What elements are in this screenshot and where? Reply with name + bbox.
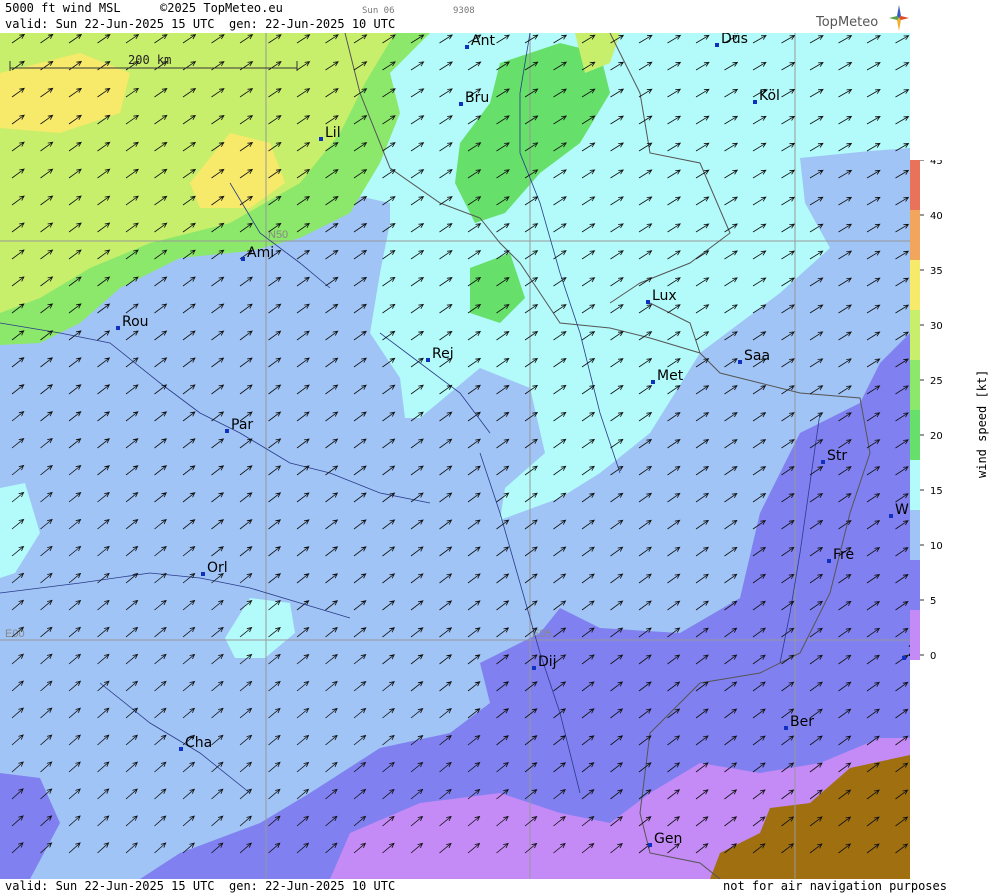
copyright-text: ©2025 TopMeteo.eu — [160, 1, 283, 15]
city-dot-str — [821, 460, 825, 464]
footer-generated-time: gen: 22-Jun-2025 10 UTC — [229, 879, 396, 893]
scale-bar-label: 200 km — [128, 53, 171, 67]
city-dot-z — [902, 656, 906, 660]
city-dot-w — [889, 514, 893, 518]
legend-tick-label: 10 — [930, 541, 943, 552]
legend-tick-label: 25 — [930, 376, 943, 387]
legend-swatch — [910, 410, 920, 460]
legend-tick-label: 40 — [930, 211, 943, 222]
city-label-lil: Lil — [325, 125, 341, 141]
legend-tick-label: 0 — [930, 651, 936, 662]
legend-tick-label: 5 — [930, 596, 936, 607]
city-label-met: Met — [657, 368, 684, 384]
wind-map-canvas: N50 E00 E05 200 km Ant DüsBru KölLilAmiRou… — [0, 33, 910, 879]
legend-swatch — [910, 560, 920, 610]
city-dot-par — [225, 429, 229, 433]
city-label-rou: Rou — [122, 314, 149, 330]
city-label-dij: Dij — [538, 654, 557, 670]
grid-label-lon0: E00 — [5, 628, 25, 640]
wind-speed-legend: 45 40 35 30 25 20 15 10 5 0 wind speed [kt] — [910, 156, 1000, 662]
city-label-rei: Rei — [432, 346, 454, 362]
legend-swatch — [910, 610, 920, 660]
compass-star-icon — [889, 5, 909, 31]
city-label-gen: Gen — [654, 831, 682, 847]
small-day-label: Sun 06 — [362, 6, 395, 16]
city-label-lux: Lux — [652, 288, 677, 304]
city-label-orl: Orl — [207, 560, 228, 576]
city-dot-ami — [241, 257, 245, 261]
grid-label-lat: N50 — [268, 229, 288, 241]
generated-time: gen: 22-Jun-2025 10 UTC — [229, 17, 396, 31]
legend-tick-label: 30 — [930, 321, 943, 332]
logo-text: TopMeteo — [816, 15, 879, 30]
map-title: 5000 ft wind MSL — [5, 1, 121, 15]
city-label-par: Par — [231, 417, 253, 433]
city-label-köl: Köl — [759, 88, 780, 104]
city-label-bru: Bru — [465, 90, 489, 106]
wind-map[interactable]: N50 E00 E05 200 km Ant Düs Bru Köl Lil Ami Rou… — [0, 33, 910, 879]
city-dot-rou — [116, 326, 120, 330]
city-dot-dij — [532, 666, 536, 670]
city-dot-gen — [648, 843, 652, 847]
legend-tick-label: 20 — [930, 431, 943, 442]
legend-swatch — [910, 260, 920, 310]
city-dot-düs — [715, 43, 719, 47]
city-dot-met — [651, 380, 655, 384]
legend-swatch — [910, 460, 920, 510]
city-dot-fre — [827, 559, 831, 563]
footer-disclaimer: not for air navigation purposes — [723, 879, 947, 893]
legend-swatch — [910, 510, 920, 560]
small-code-label: 9308 — [453, 6, 475, 16]
city-label-saa: Saa — [744, 348, 770, 364]
legend-tick-label: 15 — [930, 486, 943, 497]
city-dot-ber — [784, 726, 788, 730]
legend-tick-label: 45 — [930, 160, 943, 167]
valid-time: valid: Sun 22-Jun-2025 15 UTC — [5, 17, 215, 31]
city-label-fre: Fre — [833, 547, 854, 563]
city-label-ami: Ami — [247, 245, 274, 261]
city-dot-ant — [465, 45, 469, 49]
legend-swatch — [910, 160, 920, 210]
city-label-ber: Ber — [790, 714, 814, 730]
legend-tick-label: 35 — [930, 266, 943, 277]
city-dot-cha — [179, 747, 183, 751]
legend-swatch — [910, 310, 920, 360]
legend-title: wind speed [kt] — [975, 370, 989, 478]
city-dot-rei — [426, 358, 430, 362]
city-label-str: Str — [827, 448, 847, 464]
city-label-cha: Cha — [185, 735, 212, 751]
city-label-w: W — [895, 502, 909, 518]
city-dot-köl — [753, 100, 757, 104]
city-dot-saa — [738, 360, 742, 364]
city-label-düs: Düs — [721, 33, 748, 47]
city-dot-lux — [646, 300, 650, 304]
legend-colorbar: 45 40 35 30 25 20 15 10 5 0 wind speed [kt] — [910, 156, 989, 662]
city-dot-lil — [319, 137, 323, 141]
legend-swatch — [910, 210, 920, 260]
city-label-ant: Ant — [471, 33, 495, 49]
legend-swatch — [910, 360, 920, 410]
topmeteo-logo[interactable]: TopMeteo — [816, 4, 910, 32]
city-dot-orl — [201, 572, 205, 576]
city-dot-bru — [459, 102, 463, 106]
footer-valid-time: valid: Sun 22-Jun-2025 15 UTC — [5, 879, 215, 893]
